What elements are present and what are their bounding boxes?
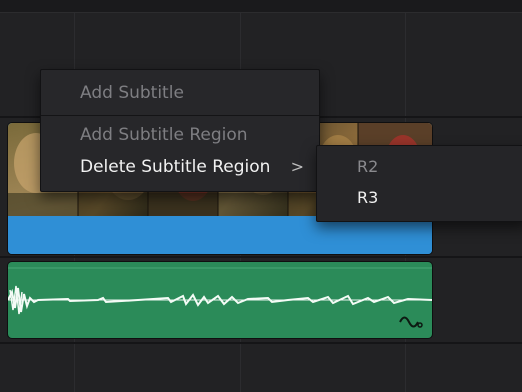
timeline-ruler[interactable] (0, 0, 522, 13)
submenu-item-r3[interactable]: R3 (317, 187, 522, 209)
track-separator (0, 342, 522, 344)
audio-clip[interactable] (8, 262, 432, 338)
menu-item-delete-subtitle-region[interactable]: Delete Subtitle Region > (41, 156, 319, 178)
submenu-arrow-icon: > (290, 157, 304, 176)
keyframe-curve-icon[interactable] (398, 314, 424, 332)
audio-waveform (8, 267, 432, 315)
submenu: R2 R3 (316, 145, 522, 222)
menu-item-add-subtitle[interactable]: Add Subtitle (41, 82, 319, 104)
submenu-item-r2[interactable]: R2 (317, 156, 522, 178)
menu-item-label: Delete Subtitle Region (80, 157, 271, 177)
track-separator (0, 256, 522, 258)
context-menu: Add Subtitle Add Subtitle Region Delete … (40, 69, 320, 192)
menu-separator (41, 115, 319, 116)
menu-item-add-subtitle-region[interactable]: Add Subtitle Region (41, 124, 319, 146)
